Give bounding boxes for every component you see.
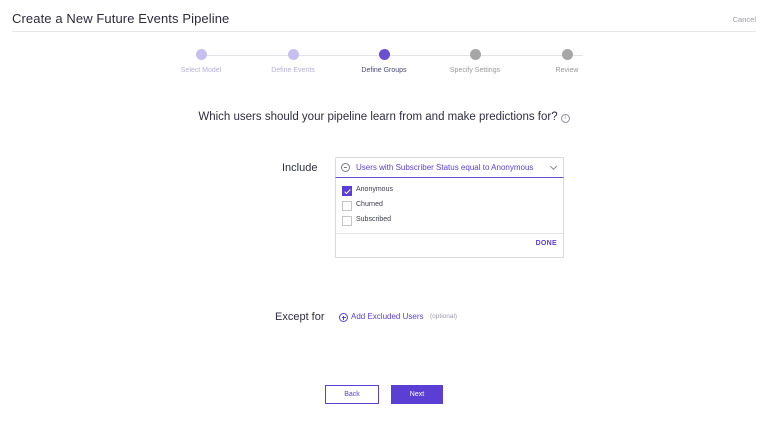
minus-circle-icon[interactable] — [341, 163, 350, 172]
step-label: Review — [555, 67, 579, 74]
back-button[interactable]: Back — [325, 385, 379, 404]
check-icon — [344, 187, 351, 194]
step-label: Specify Settings — [449, 67, 501, 74]
include-options-panel: Anonymous Churned Subscribed DONE — [335, 178, 564, 258]
step-define-events[interactable]: Define Events — [243, 48, 343, 74]
progress-stepper: Select Model Define Events Define Groups… — [0, 48, 768, 88]
step-define-groups: Define Groups — [334, 48, 434, 74]
step-review: Review — [517, 48, 617, 74]
question-text: Which users should your pipeline learn f… — [198, 111, 558, 123]
cancel-link[interactable]: Cancel — [733, 15, 756, 24]
step-dot — [378, 49, 390, 60]
except-label: Except for — [275, 311, 325, 323]
step-specify-settings: Specify Settings — [425, 48, 525, 74]
option-label: Subscribed — [356, 216, 392, 223]
chevron-down-icon[interactable] — [549, 162, 558, 171]
option-label: Churned — [356, 201, 383, 208]
header: Create a New Future Events Pipeline Canc… — [0, 0, 768, 36]
step-label: Define Groups — [361, 67, 407, 74]
checkbox-anonymous[interactable] — [342, 186, 352, 196]
add-excluded-users-label: Add Excluded Users — [351, 312, 424, 321]
step-dot — [195, 49, 207, 60]
step-label: Select Model — [180, 67, 222, 74]
option-label: Anonymous — [356, 186, 393, 193]
info-icon[interactable]: i — [560, 114, 570, 123]
step-label: Define Events — [271, 67, 315, 74]
plus-circle-icon — [339, 313, 348, 322]
next-button[interactable]: Next — [391, 385, 443, 404]
step-dot — [469, 49, 481, 60]
step-select-model[interactable]: Select Model — [151, 48, 251, 74]
question-heading: Which users should your pipeline learn f… — [0, 111, 768, 123]
header-divider — [12, 31, 756, 32]
step-dot — [561, 49, 573, 60]
optional-hint: (optional) — [430, 313, 458, 320]
checkbox-churned[interactable] — [342, 201, 352, 211]
checkbox-subscribed[interactable] — [342, 216, 352, 226]
page-title: Create a New Future Events Pipeline — [12, 11, 230, 26]
include-label: Include — [282, 162, 318, 174]
step-dot — [287, 49, 299, 60]
done-button[interactable]: DONE — [536, 240, 557, 247]
include-filter-value: Users with Subscriber Status equal to An… — [356, 163, 534, 172]
include-filter-select[interactable]: Users with Subscriber Status equal to An… — [335, 157, 564, 178]
panel-divider — [336, 233, 563, 234]
